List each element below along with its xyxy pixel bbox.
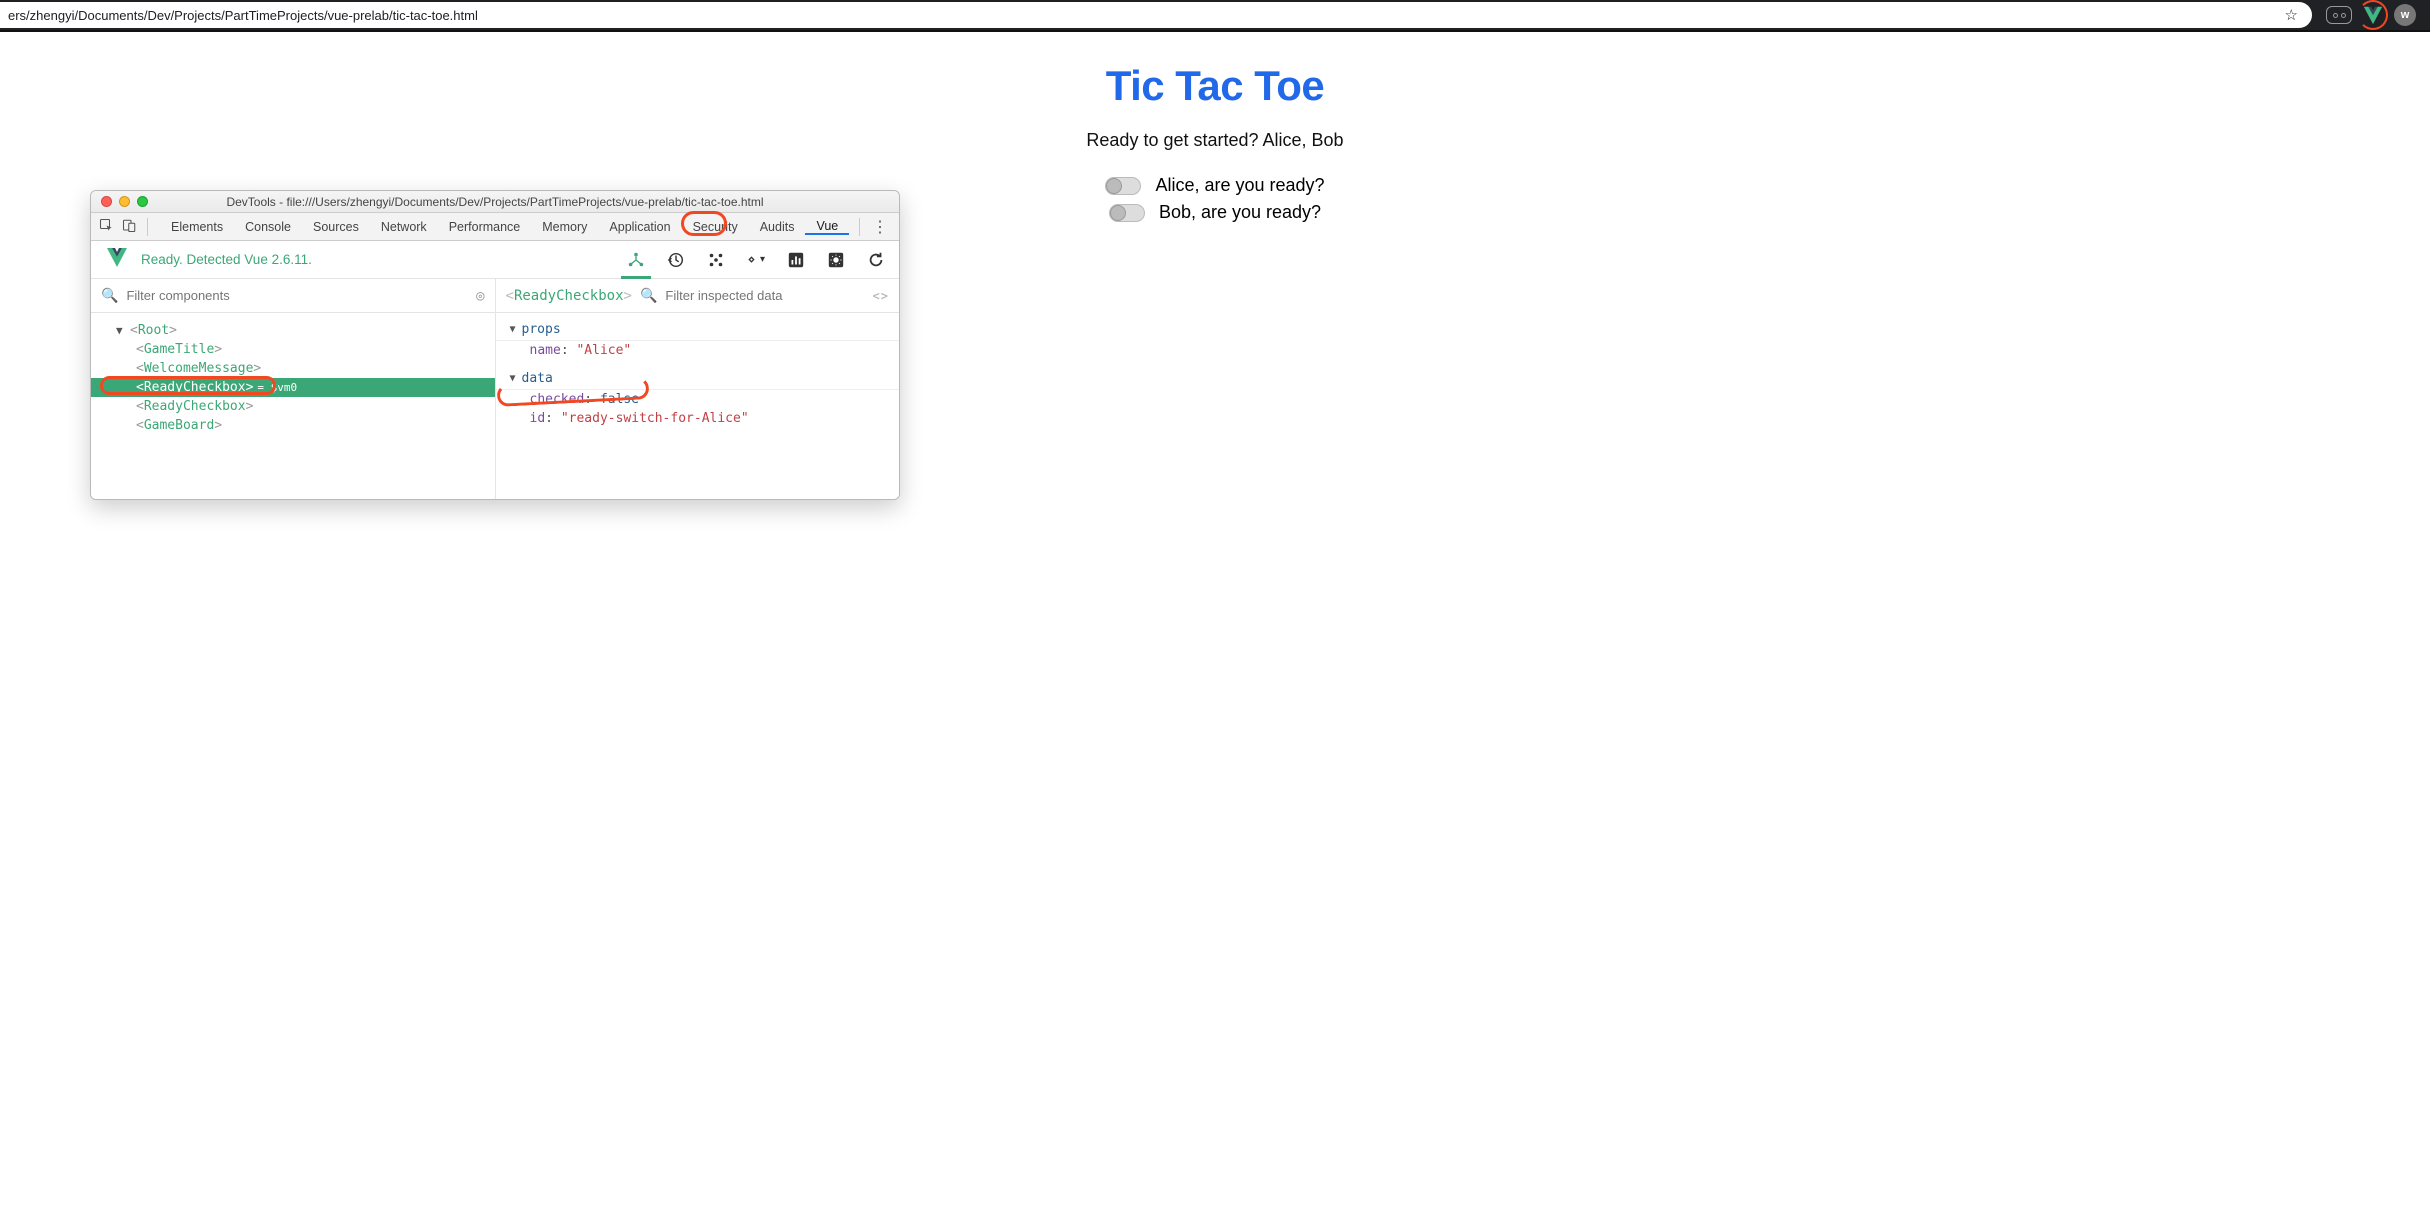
- data-checked[interactable]: checked: false: [496, 390, 900, 409]
- page-title: Tic Tac Toe: [1106, 62, 1325, 110]
- search-icon: 🔍: [101, 288, 118, 304]
- refresh-icon[interactable]: [867, 251, 885, 269]
- ready-row-alice: Alice, are you ready?: [1105, 175, 1324, 196]
- devtools-window: DevTools - file:///Users/zhengyi/Documen…: [90, 190, 900, 500]
- tab-performance[interactable]: Performance: [438, 220, 532, 234]
- component-tree-pane: 🔍 ◎ ▼<Root> <GameTitle> <WelcomeMessage>…: [91, 279, 496, 499]
- tree-gameboard[interactable]: <GameBoard>: [91, 416, 495, 435]
- bob-toggle[interactable]: [1109, 204, 1145, 222]
- page-subtitle: Ready to get started? Alice, Bob: [1086, 130, 1343, 151]
- extension-2-icon[interactable]: w: [2394, 4, 2416, 26]
- inspector-pane: <ReadyCheckbox> 🔍 <> ▼props name: "Alice…: [496, 279, 900, 499]
- props-section-header[interactable]: ▼props: [496, 319, 900, 341]
- devtools-tabs: Elements Console Sources Network Perform…: [91, 213, 899, 241]
- vue-extension-icon[interactable]: [2362, 4, 2384, 26]
- component-tree: ▼<Root> <GameTitle> <WelcomeMessage> <Re…: [91, 313, 495, 443]
- tree-root[interactable]: ▼<Root>: [91, 321, 495, 340]
- component-filter-row: 🔍 ◎: [91, 279, 495, 313]
- search-icon: 🔍: [640, 288, 657, 304]
- bob-label: Bob, are you ready?: [1159, 202, 1321, 223]
- tab-vue[interactable]: Vue: [805, 219, 849, 235]
- prop-name[interactable]: name: "Alice": [496, 341, 900, 360]
- vue-ready-status: Ready. Detected Vue 2.6.11.: [141, 252, 312, 267]
- vue-toolbar: Ready. Detected Vue 2.6.11. ▾: [91, 241, 899, 279]
- alice-label: Alice, are you ready?: [1155, 175, 1324, 196]
- vue-logo-icon: [105, 245, 129, 274]
- tree-readycheckbox-selected[interactable]: <ReadyCheckbox> = $vm0: [91, 378, 495, 397]
- data-id[interactable]: id: "ready-switch-for-Alice": [496, 409, 900, 428]
- inspector-crumb: <ReadyCheckbox>: [506, 288, 632, 304]
- vuex-tab-icon[interactable]: [667, 251, 685, 269]
- routing-tab-icon[interactable]: ▾: [747, 251, 765, 269]
- devtools-titlebar[interactable]: DevTools - file:///Users/zhengyi/Documen…: [91, 191, 899, 213]
- settings-tab-icon[interactable]: [827, 251, 845, 269]
- inspect-element-icon[interactable]: [99, 218, 114, 236]
- address-bar[interactable]: ers/zhengyi/Documents/Dev/Projects/PartT…: [0, 2, 2312, 28]
- url-text: ers/zhengyi/Documents/Dev/Projects/PartT…: [8, 8, 2285, 23]
- tab-application[interactable]: Application: [598, 220, 681, 234]
- tab-network[interactable]: Network: [370, 220, 438, 234]
- device-toggle-icon[interactable]: [122, 218, 137, 236]
- tree-welcomemessage[interactable]: <WelcomeMessage>: [91, 359, 495, 378]
- open-in-editor-icon[interactable]: <>: [873, 289, 889, 303]
- extension-1-icon[interactable]: [2326, 6, 2352, 24]
- inspector-content: ▼props name: "Alice" ▼data checked: fals…: [496, 313, 900, 434]
- tab-audits[interactable]: Audits: [749, 220, 806, 234]
- data-section-header[interactable]: ▼data: [496, 368, 900, 390]
- tab-security[interactable]: Security: [682, 220, 749, 234]
- vue-body: 🔍 ◎ ▼<Root> <GameTitle> <WelcomeMessage>…: [91, 279, 899, 499]
- component-filter-input[interactable]: [126, 288, 468, 303]
- tab-console[interactable]: Console: [234, 220, 302, 234]
- devtools-title: DevTools - file:///Users/zhengyi/Documen…: [91, 195, 899, 209]
- browser-top-bar: ers/zhengyi/Documents/Dev/Projects/PartT…: [0, 0, 2430, 32]
- components-tab-icon[interactable]: [627, 251, 645, 269]
- star-icon[interactable]: ☆: [2285, 6, 2298, 24]
- performance-tab-icon[interactable]: [787, 251, 805, 269]
- tree-gametitle[interactable]: <GameTitle>: [91, 340, 495, 359]
- ready-row-bob: Bob, are you ready?: [1109, 202, 1321, 223]
- inspector-filter-input[interactable]: [665, 288, 864, 303]
- alice-toggle[interactable]: [1105, 177, 1141, 195]
- tab-elements[interactable]: Elements: [160, 220, 234, 234]
- events-tab-icon[interactable]: [707, 251, 725, 269]
- tree-readycheckbox-2[interactable]: <ReadyCheckbox>: [91, 397, 495, 416]
- extension-icons: w: [2312, 4, 2430, 26]
- kebab-icon[interactable]: ⋮: [868, 217, 891, 237]
- select-target-icon[interactable]: ◎: [476, 288, 484, 304]
- inspector-header-row: <ReadyCheckbox> 🔍 <>: [496, 279, 900, 313]
- tab-sources[interactable]: Sources: [302, 220, 370, 234]
- tab-memory[interactable]: Memory: [531, 220, 598, 234]
